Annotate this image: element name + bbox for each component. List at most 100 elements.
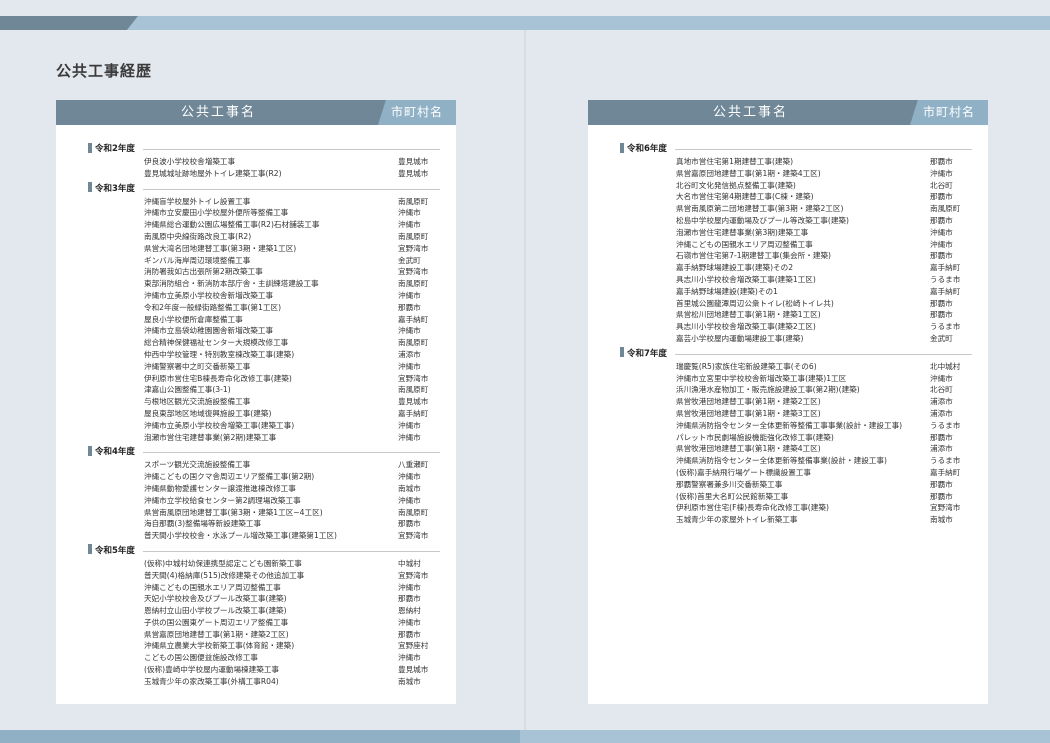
year-heading: 令和6年度	[620, 142, 972, 156]
project-name: (仮称)嘉手納飛行場ゲート標識設置工事	[676, 467, 812, 477]
project-name: 沖縄市立学校給食センター第2調理場改築工事	[144, 495, 301, 505]
right-panel: 公共工事名 市町村名 令和6年度 真地市営住宅第1期建替工事(建築) 那覇市 県営嘉原…	[588, 100, 988, 704]
project-city: 那覇市	[930, 432, 953, 442]
project-name: 那覇警察署兼多川交番新築工事	[676, 479, 783, 489]
project-city: 那覇市	[930, 310, 953, 320]
project-name: 普天間小学校校舎・水泳プール増改築工事(建築第1工区)	[144, 531, 338, 541]
project-row: 泡瀬市営住宅建替事業(第2期)建築工事 沖縄市	[88, 432, 440, 444]
project-row: (仮称)豊崎中学校屋内運動場棟建築工事 豊見城市	[88, 664, 440, 676]
project-city: 沖縄市	[930, 227, 953, 237]
project-name: 伊利原市営住宅(F棟)長寿命化改修工事(建築)	[676, 503, 829, 513]
project-name: 南風原中央線街路改良工事(R2)	[144, 231, 252, 241]
project-row: 消防署我如古出張所第2期改築工事 宜野湾市	[88, 266, 440, 278]
project-row: 沖縄市立学校給食センター第2調理場改築工事 沖縄市	[88, 495, 440, 507]
project-row: 屋良東部地区地域復興施設工事(建築) 嘉手納町	[88, 408, 440, 420]
year-heading: 令和3年度	[88, 182, 440, 196]
project-name: 東部消防組合・新消防本部庁舎・主訓練塔建設工事	[144, 279, 319, 289]
project-name: 海自那覇(3)整備場等新設建築工事	[144, 519, 262, 529]
project-name: ギンバル海岸周辺環境整備工事	[144, 255, 251, 265]
project-row: パレット市民劇場施設機能強化改修工事(建築) 那覇市	[620, 432, 972, 444]
project-name: 沖縄市立安慶田小学校屋外便所等整備工事	[144, 208, 289, 218]
project-column-header: 公共工事名	[180, 105, 256, 120]
project-city: 浦添市	[930, 444, 953, 454]
project-row: 県営牧港団地建替工事(第1期・建築2工区) 浦添市	[620, 396, 972, 408]
project-name: 瑞慶覧(R5)家族住宅新設建築工事(その6)	[676, 361, 817, 371]
project-city: うるま市	[930, 456, 961, 466]
project-row: 沖縄市立宮里中学校校舎新増改築工事(建築)1工区 沖縄市	[620, 373, 972, 385]
project-city: 沖縄市	[398, 361, 421, 371]
year-label: 令和4年度	[95, 447, 135, 458]
project-city: 金武町	[930, 333, 953, 343]
project-name: 沖縄警察署中之町交番新築工事	[144, 361, 251, 371]
project-city: 那覇市	[930, 251, 953, 261]
project-row: 総合精神保健福祉センター大規模改修工事 南風原町	[88, 337, 440, 349]
project-city: 沖縄市	[398, 432, 421, 442]
project-row: 伊利原市営住宅(F棟)長寿命化改修工事(建築) 宜野湾市	[620, 502, 972, 514]
project-city: 宜野湾市	[930, 503, 961, 513]
project-city: 沖縄市	[398, 495, 421, 505]
project-city: 浦添市	[930, 397, 953, 407]
year-marker	[88, 182, 92, 193]
project-name: 嘉芸小学校屋内運動場建設工事(建築)	[676, 333, 804, 343]
project-row: 沖縄市立美原小学校校舎増築工事(建築工事) 沖縄市	[88, 420, 440, 432]
project-name: 首里城公園龍潭周辺公衆トイレ(松崎トイレ共)	[676, 298, 834, 308]
project-row: 玉城青少年の家屋外トイレ新築工事 南城市	[620, 514, 972, 526]
project-row: 沖縄警察署中之町交番新築工事 沖縄市	[88, 361, 440, 373]
project-row: 泡瀬市営住宅建替事業(第3期)建築工事 沖縄市	[620, 227, 972, 239]
left-panel: 公共工事名 市町村名 令和2年度 伊良波小学校校舎増築工事 豊見城市 豊見城城址跡地屋…	[56, 100, 456, 704]
project-name: 沖縄市立島袋幼稚園園舎新増改築工事	[144, 326, 274, 336]
year-marker	[88, 544, 92, 555]
project-city: 中城村	[398, 558, 421, 568]
year-heading: 令和5年度	[88, 544, 440, 558]
project-name: 沖縄県総合運動公園広場整備工事(R2)石材舗装工事	[144, 220, 320, 230]
project-name: 沖縄県消防指令センター全体更新等整備工事事業(設計・建設工事)	[676, 420, 903, 430]
project-row: 県営大湾名団地建替工事(第3期・建築1工区) 宜野湾市	[88, 243, 440, 255]
project-city: 宜野湾市	[398, 570, 429, 580]
project-name: 県営嘉原団地建替工事(第1期・建築2工区)	[144, 629, 289, 639]
table-header: 公共工事名 市町村名	[588, 100, 988, 125]
project-city: 宜野座村	[398, 641, 429, 651]
project-city: 南城市	[930, 515, 953, 525]
project-city: 沖縄市	[398, 220, 421, 230]
right-project-list: 令和6年度 真地市営住宅第1期建替工事(建築) 那覇市 県営嘉原団地建替工事(第1期・…	[620, 140, 972, 526]
project-row: 石嶺市営住宅第7-1期建替工事(集会所・建築) 那覇市	[620, 250, 972, 262]
project-row: 仲西中学校管理・特別教室棟改築工事(建築) 浦添市	[88, 349, 440, 361]
project-name: 豊見城城址跡地屋外トイレ建築工事(R2)	[144, 168, 282, 178]
project-row: 具志川小学校校舎増改築工事(建築1工区) うるま市	[620, 274, 972, 286]
project-name: 天妃小学校校舎及びプール改築工事(建築)	[144, 594, 287, 604]
project-row: 県営南風原第二団地建替工事(第3期・建築2工区) 南風原町	[620, 203, 972, 215]
project-name: 泡瀬市営住宅建替事業(第2期)建築工事	[144, 432, 277, 442]
project-city: 浦添市	[398, 349, 421, 359]
project-city: 恩納村	[398, 606, 421, 616]
project-name: 石嶺市営住宅第7-1期建替工事(集会所・建築)	[676, 251, 832, 261]
project-city: 八重瀬町	[398, 460, 429, 470]
project-name: 屋良小学校便所倉庫整備工事	[144, 314, 243, 324]
year-marker	[88, 445, 92, 456]
project-row: 首里城公園龍潭周辺公衆トイレ(松崎トイレ共) 那覇市	[620, 298, 972, 310]
project-name: 与根地区観光交流施設整備工事	[144, 397, 251, 407]
project-city: 沖縄市	[398, 472, 421, 482]
project-name: 浜川漁港水産物加工・販売施設建設工事(第2期)(建築)	[676, 385, 860, 395]
project-row: 恩納村立山田小学校プール改築工事(建築) 恩納村	[88, 605, 440, 617]
project-row: 県営南風原団地建替工事(第3期・建築1工区~4工区) 南風原町	[88, 507, 440, 519]
project-row: 普天間小学校校舎・水泳プール増改築工事(建築第1工区) 宜野湾市	[88, 530, 440, 542]
project-row: 天妃小学校校舎及びプール改築工事(建築) 那覇市	[88, 593, 440, 605]
year-heading: 令和7年度	[620, 347, 972, 361]
project-city: 北谷町	[930, 180, 953, 190]
year-marker	[620, 347, 624, 358]
project-name: 具志川小学校校舎増改築工事(建築1工区)	[676, 274, 816, 284]
project-city: 宜野湾市	[398, 267, 429, 277]
year-divider	[143, 149, 440, 150]
project-name: 沖縄こどもの国親水エリア周辺整備工事	[144, 582, 281, 592]
project-city: 那覇市	[930, 157, 953, 166]
project-name: 県営嘉原団地建替工事(第1期・建築4工区)	[676, 168, 821, 178]
project-row: 東部消防組合・新消防本部庁舎・主訓練塔建設工事 南風原町	[88, 278, 440, 290]
project-city: 那覇市	[930, 479, 953, 489]
project-city: 嘉手納町	[930, 263, 961, 273]
top-accent-bar	[0, 16, 1050, 30]
project-row: 普天間(4)格納庫(515)改修建築その他追加工事 宜野湾市	[88, 570, 440, 582]
project-row: 嘉芸小学校屋内運動場建設工事(建築) 金武町	[620, 333, 972, 345]
project-city: 沖縄市	[398, 617, 421, 627]
project-city: 南城市	[398, 483, 421, 493]
project-name: 令和2年度一般緑街路整備工事(第1工区)	[144, 302, 282, 312]
